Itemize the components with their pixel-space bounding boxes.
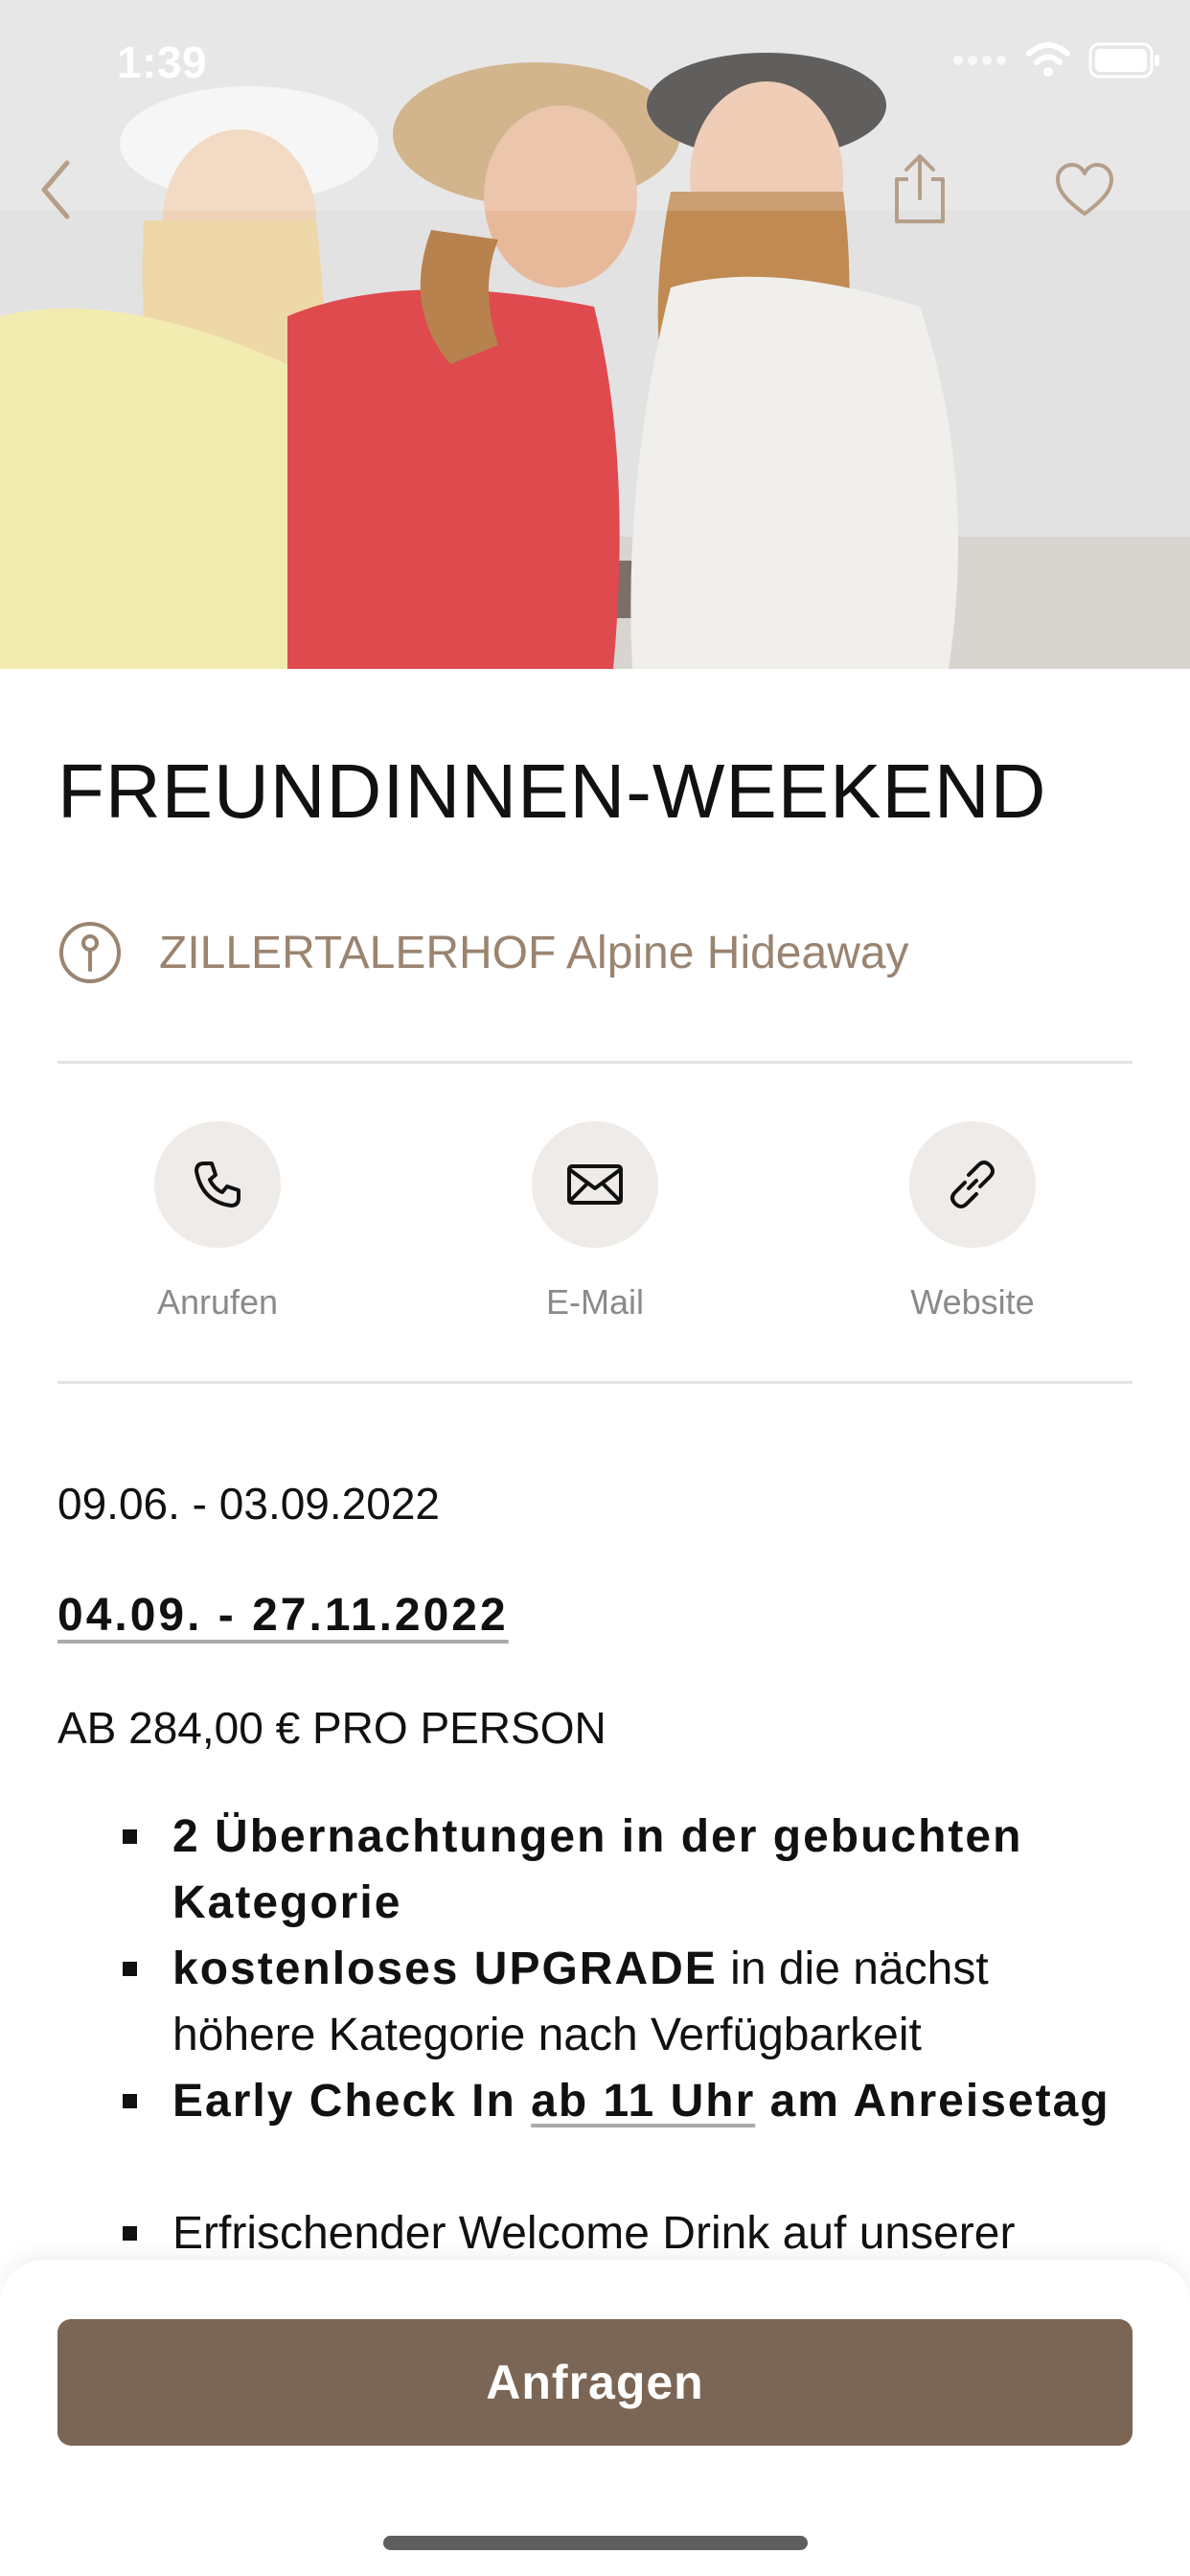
favorite-button[interactable] <box>1039 144 1131 236</box>
feature-item: 2 Übernachtungen in der gebuchten Katego… <box>123 1804 1140 1936</box>
feature-item: Early Check In ab 11 Uhr am Anreisetag <box>123 2068 1140 2134</box>
status-icons <box>952 42 1161 79</box>
mail-icon <box>567 1164 623 1205</box>
bullet <box>123 2226 137 2241</box>
inquire-button[interactable]: Anfragen <box>57 2319 1133 2446</box>
location-pin-icon <box>59 922 121 983</box>
bullet <box>123 2094 137 2108</box>
call-button[interactable]: Anrufen <box>122 1121 313 1322</box>
website-button-circle[interactable] <box>909 1121 1036 1248</box>
date-range-2: 04.09. - 27.11.2022 <box>57 1590 509 1641</box>
share-icon <box>895 154 945 223</box>
bullet <box>123 1829 137 1844</box>
status-time: 1:39 <box>117 37 208 87</box>
signal-icon <box>953 56 1006 65</box>
website-button[interactable]: Website <box>877 1121 1068 1322</box>
feature-3-bold-2: am Anreisetag <box>755 2076 1110 2127</box>
phone-icon <box>195 1162 240 1208</box>
offer-title: FREUNDINNEN-WEEKEND <box>57 748 1047 834</box>
bottom-action-bar: Anfragen <box>0 2260 1190 2576</box>
divider-bottom <box>57 1381 1133 1384</box>
home-indicator <box>383 2536 808 2550</box>
feature-3-underlined: ab 11 Uhr <box>531 2076 756 2127</box>
feature-item: Erfrischender Welcome Drink auf unserer <box>123 2200 1140 2266</box>
call-button-circle[interactable] <box>154 1121 281 1248</box>
date-range-1: 09.06. - 03.09.2022 <box>57 1479 440 1529</box>
battery-icon <box>1088 42 1159 79</box>
location-link[interactable]: ZILLERTALERHOF Alpine Hideaway <box>57 920 909 985</box>
location-name: ZILLERTALERHOF Alpine Hideaway <box>159 927 909 978</box>
email-button[interactable]: E-Mail <box>499 1121 691 1322</box>
feature-1-text: 2 Übernachtungen in der gebuchten Katego… <box>172 1811 1023 1928</box>
feature-4-text: Erfrischender Welcome Drink auf unserer <box>172 2208 1016 2259</box>
email-button-circle[interactable] <box>532 1121 658 1248</box>
feature-item: kostenloses UPGRADE in die nächst höhere… <box>123 1936 1140 2068</box>
hero-photo <box>0 0 1190 669</box>
email-label: E-Mail <box>545 1282 644 1322</box>
heart-icon <box>1056 163 1113 216</box>
back-button[interactable] <box>10 144 102 236</box>
website-label: Website <box>910 1282 1035 1322</box>
divider-top <box>57 1061 1133 1064</box>
chevron-left-icon <box>41 160 70 219</box>
price: AB 284,00 € PRO PERSON <box>57 1703 606 1753</box>
share-button[interactable] <box>874 144 966 236</box>
feature-2-bold: kostenloses UPGRADE <box>172 1944 718 1994</box>
wifi-icon <box>1026 42 1070 77</box>
feature-3-bold-1: Early Check In <box>172 2076 532 2127</box>
link-icon <box>950 1161 995 1208</box>
call-label: Anrufen <box>156 1282 279 1322</box>
hero-image: 1:39 <box>0 0 1190 669</box>
bullet <box>123 1962 137 1976</box>
